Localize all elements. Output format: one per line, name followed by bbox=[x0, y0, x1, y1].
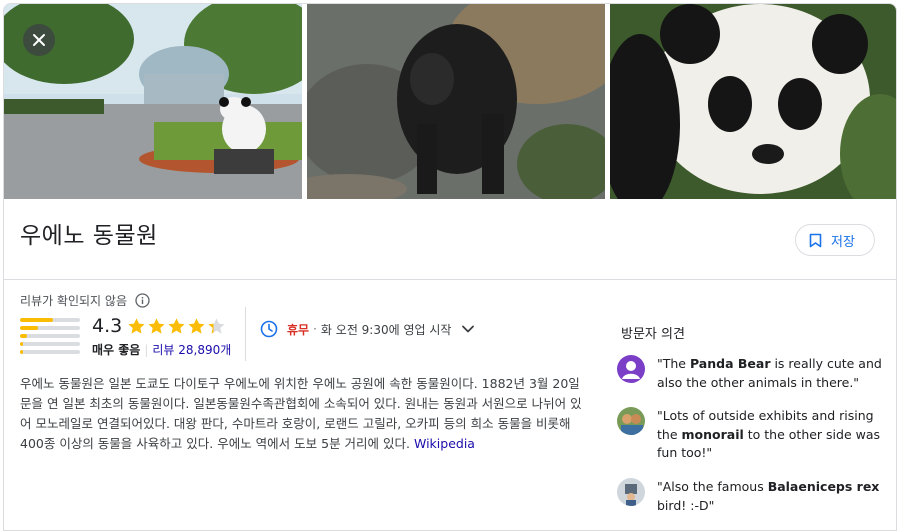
page-title: 우에노 동물원 bbox=[20, 223, 158, 249]
review-count-link[interactable]: 리뷰 28,890개 bbox=[152, 341, 231, 358]
bookmark-icon bbox=[809, 233, 822, 247]
rating-separator: | bbox=[144, 342, 149, 357]
star-icon bbox=[188, 318, 205, 334]
place-panel: 우에노 동물원 저장 리뷰가 확인되지 않음 4.3 매우 좋음 | 리뷰 28… bbox=[3, 3, 897, 531]
info-icon[interactable] bbox=[135, 293, 150, 308]
vertical-divider bbox=[245, 307, 246, 361]
avatar bbox=[617, 478, 645, 506]
rating-bar-1-star bbox=[20, 350, 80, 354]
star-icon bbox=[208, 318, 225, 334]
hours-status: 휴무 bbox=[287, 322, 310, 337]
hours-next-open: 화 오전 9:30에 영업 시작 bbox=[320, 322, 452, 337]
rating-word: 매우 좋음 bbox=[92, 343, 141, 357]
rating-score: 4.3 bbox=[92, 315, 123, 337]
clock-icon bbox=[260, 320, 278, 338]
avatar bbox=[617, 355, 645, 383]
close-button[interactable] bbox=[23, 24, 55, 56]
review-item: "The Panda Bear is really cute and also … bbox=[617, 355, 887, 392]
reviews-title: 방문자 의견 bbox=[621, 327, 685, 342]
rating-stars bbox=[127, 317, 226, 336]
hours-dot: · bbox=[313, 322, 317, 336]
unverified-reviews-notice: 리뷰가 확인되지 않음 bbox=[20, 292, 150, 309]
star-icon bbox=[148, 318, 165, 334]
star-icon bbox=[128, 318, 145, 334]
close-icon bbox=[33, 34, 45, 46]
rating-bar-2-star bbox=[20, 342, 80, 346]
rating-distribution[interactable] bbox=[20, 318, 80, 358]
save-button[interactable]: 저장 bbox=[795, 224, 875, 256]
divider bbox=[4, 279, 896, 280]
rating-bar-3-star bbox=[20, 334, 80, 338]
star-icon bbox=[168, 318, 185, 334]
rating-bar-5-star bbox=[20, 318, 80, 322]
chevron-down-icon[interactable] bbox=[461, 322, 475, 336]
review-text: "Also the famous Balaeniceps rex bird! :… bbox=[657, 479, 880, 513]
description-text: 우에노 동물원은 일본 도쿄도 다이토구 우에노에 위치한 우에노 공원에 속한… bbox=[20, 376, 582, 451]
review-text: "The Panda Bear is really cute and also … bbox=[657, 356, 882, 390]
avatar bbox=[617, 407, 645, 435]
place-description: 우에노 동물원은 일본 도쿄도 다이토구 우에노에 위치한 우에노 공원에 속한… bbox=[20, 374, 590, 454]
review-item: "Also the famous Balaeniceps rex bird! :… bbox=[617, 478, 887, 515]
unverified-label: 리뷰가 확인되지 않음 bbox=[20, 294, 127, 308]
photo-panda[interactable] bbox=[610, 4, 896, 199]
save-label: 저장 bbox=[831, 234, 855, 250]
review-text: "Lots of outside exhibits and rising the… bbox=[657, 408, 881, 460]
review-item: "Lots of outside exhibits and rising the… bbox=[617, 407, 887, 463]
rating-bar-4-star bbox=[20, 326, 80, 330]
opening-hours[interactable]: 휴무 · 화 오전 9:30에 영업 시작 bbox=[260, 320, 475, 338]
rating-summary: 매우 좋음 | 리뷰 28,890개 bbox=[92, 341, 231, 358]
photo-gorilla[interactable] bbox=[307, 4, 605, 199]
wikipedia-link[interactable]: Wikipedia bbox=[414, 436, 475, 451]
photo-strip bbox=[4, 4, 896, 199]
